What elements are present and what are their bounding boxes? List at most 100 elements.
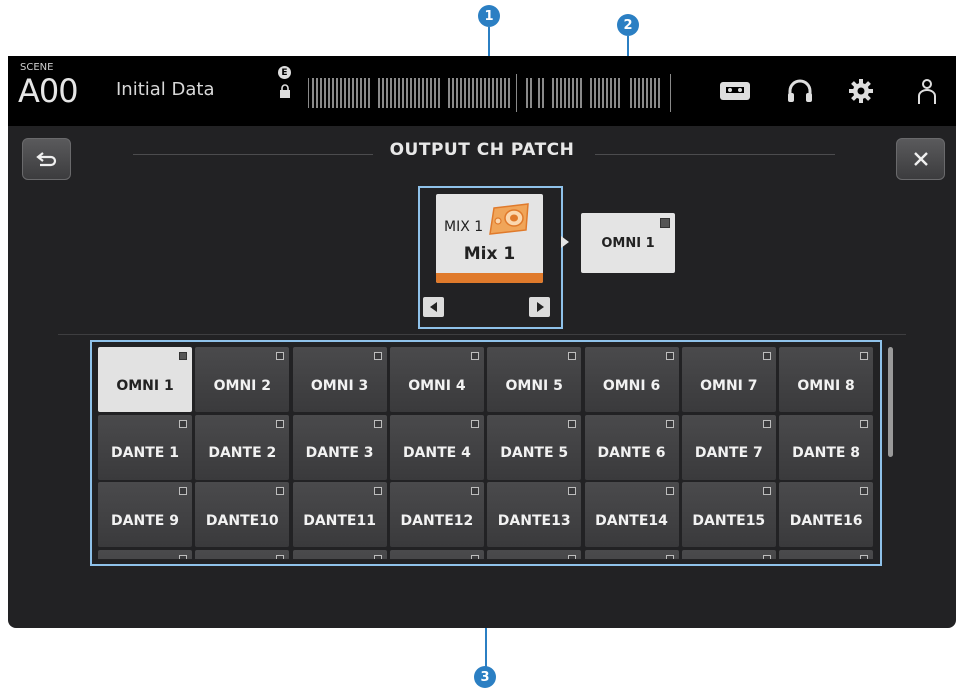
port-indicator [179, 419, 187, 428]
port-button[interactable]: DANTE 2 [195, 414, 290, 480]
port-label: DANTE 7 [694, 445, 763, 461]
callout-1: 1 [478, 5, 500, 27]
close-button[interactable] [896, 138, 945, 180]
port-indicator [665, 487, 674, 495]
port-button[interactable]: DANTE 1 [98, 414, 192, 480]
port-button[interactable]: OMNI 6 [584, 347, 679, 412]
port-button[interactable]: OMNI 4 [389, 347, 484, 412]
port-indicator [860, 419, 869, 428]
port-button[interactable]: DANTE12 [389, 482, 484, 547]
scene-number[interactable]: A00 [18, 72, 79, 110]
divider [58, 334, 906, 335]
port-label: OMNI 6 [602, 377, 661, 394]
port-indicator [762, 419, 771, 428]
port-button[interactable]: DANTE14 [584, 482, 679, 547]
lock-icon [280, 84, 290, 98]
patch-direction-arrow-icon [561, 236, 569, 248]
port-button-partial[interactable] [195, 549, 290, 559]
port-button-partial[interactable] [779, 549, 874, 559]
port-button[interactable]: DANTE 7 [681, 414, 776, 480]
port-button[interactable]: DANTE13 [487, 482, 582, 547]
port-indicator [568, 419, 577, 428]
recorder-icon[interactable] [718, 78, 752, 104]
headphones-icon[interactable] [786, 78, 814, 104]
port-indicator [568, 352, 577, 360]
channel-color-bar [436, 273, 543, 283]
port-indicator [373, 352, 382, 360]
port-label: OMNI 1 [116, 377, 174, 394]
port-label: OMNI 5 [505, 377, 563, 394]
port-button-partial[interactable] [292, 549, 387, 559]
port-label: OMNI 3 [310, 377, 369, 394]
port-button[interactable]: OMNI 5 [487, 347, 582, 412]
edit-indicator-icon: E [278, 66, 291, 79]
title-rule-right [595, 154, 835, 155]
source-channel-button[interactable]: MIX 1 Mix 1 [436, 194, 543, 283]
port-indicator [470, 419, 479, 428]
port-button-partial[interactable] [487, 549, 582, 559]
port-indicator [179, 487, 187, 495]
port-indicator [276, 487, 285, 495]
back-arrow-icon [35, 152, 56, 167]
grid-scrollbar[interactable] [888, 347, 893, 457]
port-button-partial[interactable] [584, 549, 679, 559]
port-indicator [470, 554, 479, 559]
port-indicator [860, 352, 869, 360]
port-button[interactable]: DANTE 8 [779, 414, 874, 480]
port-button[interactable]: OMNI 8 [779, 347, 874, 412]
port-button-partial[interactable] [98, 549, 192, 559]
port-label: DANTE 5 [500, 445, 569, 461]
user-icon[interactable] [916, 78, 938, 106]
destination-port-button[interactable]: OMNI 1 [581, 213, 675, 273]
port-button[interactable]: DANTE15 [681, 482, 776, 547]
port-button[interactable]: DANTE10 [195, 482, 290, 547]
port-indicator [373, 419, 382, 428]
back-button[interactable] [22, 138, 71, 180]
port-indicator [665, 554, 674, 559]
port-indicator [470, 352, 479, 360]
destination-indicator [660, 218, 670, 228]
port-label: OMNI 8 [797, 377, 855, 394]
next-channel-button[interactable] [529, 297, 550, 317]
port-button[interactable]: DANTE16 [779, 482, 874, 547]
port-button[interactable]: DANTE11 [292, 482, 387, 547]
port-button[interactable]: DANTE 5 [487, 414, 582, 480]
port-button[interactable]: OMNI 1 [98, 347, 192, 412]
port-label: OMNI 7 [700, 377, 758, 394]
port-label: DANTE 3 [305, 445, 374, 461]
port-button[interactable]: OMNI 2 [195, 347, 290, 412]
port-button[interactable]: OMNI 7 [681, 347, 776, 412]
port-indicator [373, 487, 382, 495]
port-indicator [470, 487, 479, 495]
port-label: OMNI 2 [213, 377, 271, 394]
port-indicator [276, 554, 285, 559]
top-bar: SCENE A00 Initial Data E [8, 56, 956, 126]
port-label: DANTE 9 [111, 512, 179, 529]
port-indicator [762, 487, 771, 495]
port-label: DANTE 8 [792, 445, 861, 461]
previous-channel-button[interactable] [423, 297, 444, 317]
port-select-grid[interactable]: OMNI 1 OMNI 2 OMNI 3 OMNI 4 OMNI 5 OMNI 6 OMNI… [98, 347, 876, 559]
level-meters[interactable] [308, 66, 673, 118]
port-button-partial[interactable] [681, 549, 776, 559]
destination-port-label: OMNI 1 [601, 235, 655, 251]
port-label: DANTE11 [303, 512, 376, 529]
port-indicator [860, 487, 869, 495]
port-label: DANTE15 [692, 512, 766, 529]
port-button[interactable]: DANTE 3 [292, 414, 387, 480]
port-indicator [276, 419, 285, 428]
port-button[interactable]: DANTE 6 [584, 414, 679, 480]
scene-name[interactable]: Initial Data [116, 79, 215, 100]
port-button[interactable]: OMNI 3 [292, 347, 387, 412]
close-icon [913, 152, 928, 166]
port-button[interactable]: DANTE 9 [98, 482, 192, 547]
speaker-icon [489, 203, 529, 235]
port-indicator [860, 554, 869, 559]
gear-icon[interactable] [848, 78, 874, 104]
port-label: DANTE 6 [597, 445, 666, 461]
arrow-right-icon [536, 302, 544, 312]
port-label: DANTE 2 [208, 445, 277, 461]
port-button[interactable]: DANTE 4 [389, 414, 484, 480]
port-indicator [665, 419, 674, 428]
port-button-partial[interactable] [389, 549, 484, 559]
